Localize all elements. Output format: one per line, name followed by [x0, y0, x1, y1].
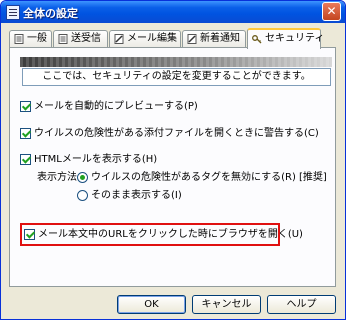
tab-general[interactable]: 一般: [9, 30, 52, 47]
tab-new-mail-notification[interactable]: 新着通知: [182, 30, 246, 47]
tab-new-mail-notification-label: 新着通知: [200, 33, 240, 44]
edit-icon: [114, 34, 124, 44]
tab-mail-edit-label: メール編集: [127, 33, 177, 44]
attachment-warning-checkbox[interactable]: [20, 128, 31, 139]
close-button[interactable]: ✕: [322, 2, 341, 21]
radio-as-is[interactable]: [77, 190, 88, 201]
help-button[interactable]: ヘルプ: [267, 295, 336, 314]
radio-disable-tags-option[interactable]: ウイルスの危険性があるタグを無効にする(R) [推奨]: [77, 171, 327, 185]
header-banner: [20, 57, 332, 67]
url-browser-checkbox[interactable]: [24, 229, 35, 240]
security-panel: ここでは、セキュリティの設定を変更することができます。 メールを自動的にプレビュ…: [9, 47, 336, 287]
edit-icon: [187, 34, 197, 44]
document-icon: [58, 34, 68, 44]
settings-window: 全体の設定 ✕ 一般 送受信 メール編集 新着通知 セキュリティ ここでは、セキ…: [0, 0, 346, 320]
preview-label: メールを自動的にプレビューする(P): [34, 101, 198, 112]
preview-checkbox[interactable]: [20, 101, 31, 112]
attachment-warning-option[interactable]: ウイルスの危険性がある添付ファイルを開くときに警告する(C): [20, 127, 319, 141]
tab-send-receive[interactable]: 送受信: [53, 30, 108, 47]
display-method-label: 表示方法: [37, 172, 77, 183]
tab-send-receive-label: 送受信: [71, 33, 101, 44]
html-display-label: HTMLメールを表示する(H): [34, 154, 158, 165]
url-browser-label: メール本文中のURLをクリックした時にブラウザを開く(U): [38, 229, 303, 240]
document-icon: [14, 34, 24, 44]
ok-button[interactable]: OK: [117, 295, 186, 314]
attachment-warning-label: ウイルスの危険性がある添付ファイルを開くときに警告する(C): [34, 128, 319, 139]
preview-option[interactable]: メールを自動的にプレビューする(P): [20, 100, 198, 114]
radio-disable-tags[interactable]: [77, 172, 88, 183]
settings-app-icon: [6, 5, 20, 20]
html-display-checkbox[interactable]: [20, 154, 31, 165]
tab-general-label: 一般: [27, 33, 47, 44]
info-text: ここでは、セキュリティの設定を変更することができます。: [22, 68, 331, 86]
tab-mail-edit[interactable]: メール編集: [109, 30, 181, 47]
window-title: 全体の設定: [23, 7, 78, 20]
cancel-button[interactable]: キャンセル: [192, 295, 261, 314]
title-bar[interactable]: 全体の設定 ✕: [1, 1, 345, 23]
key-icon: [252, 35, 262, 44]
tab-security[interactable]: セキュリティ: [247, 28, 325, 49]
tab-security-label: セキュリティ: [265, 33, 325, 44]
radio-as-is-label: そのまま表示する(I): [91, 190, 182, 201]
url-browser-option[interactable]: メール本文中のURLをクリックした時にブラウザを開く(U): [24, 228, 303, 242]
radio-disable-tags-label: ウイルスの危険性があるタグを無効にする(R) [推奨]: [91, 172, 327, 183]
radio-as-is-option[interactable]: そのまま表示する(I): [77, 189, 182, 203]
html-display-option[interactable]: HTMLメールを表示する(H): [20, 153, 157, 167]
